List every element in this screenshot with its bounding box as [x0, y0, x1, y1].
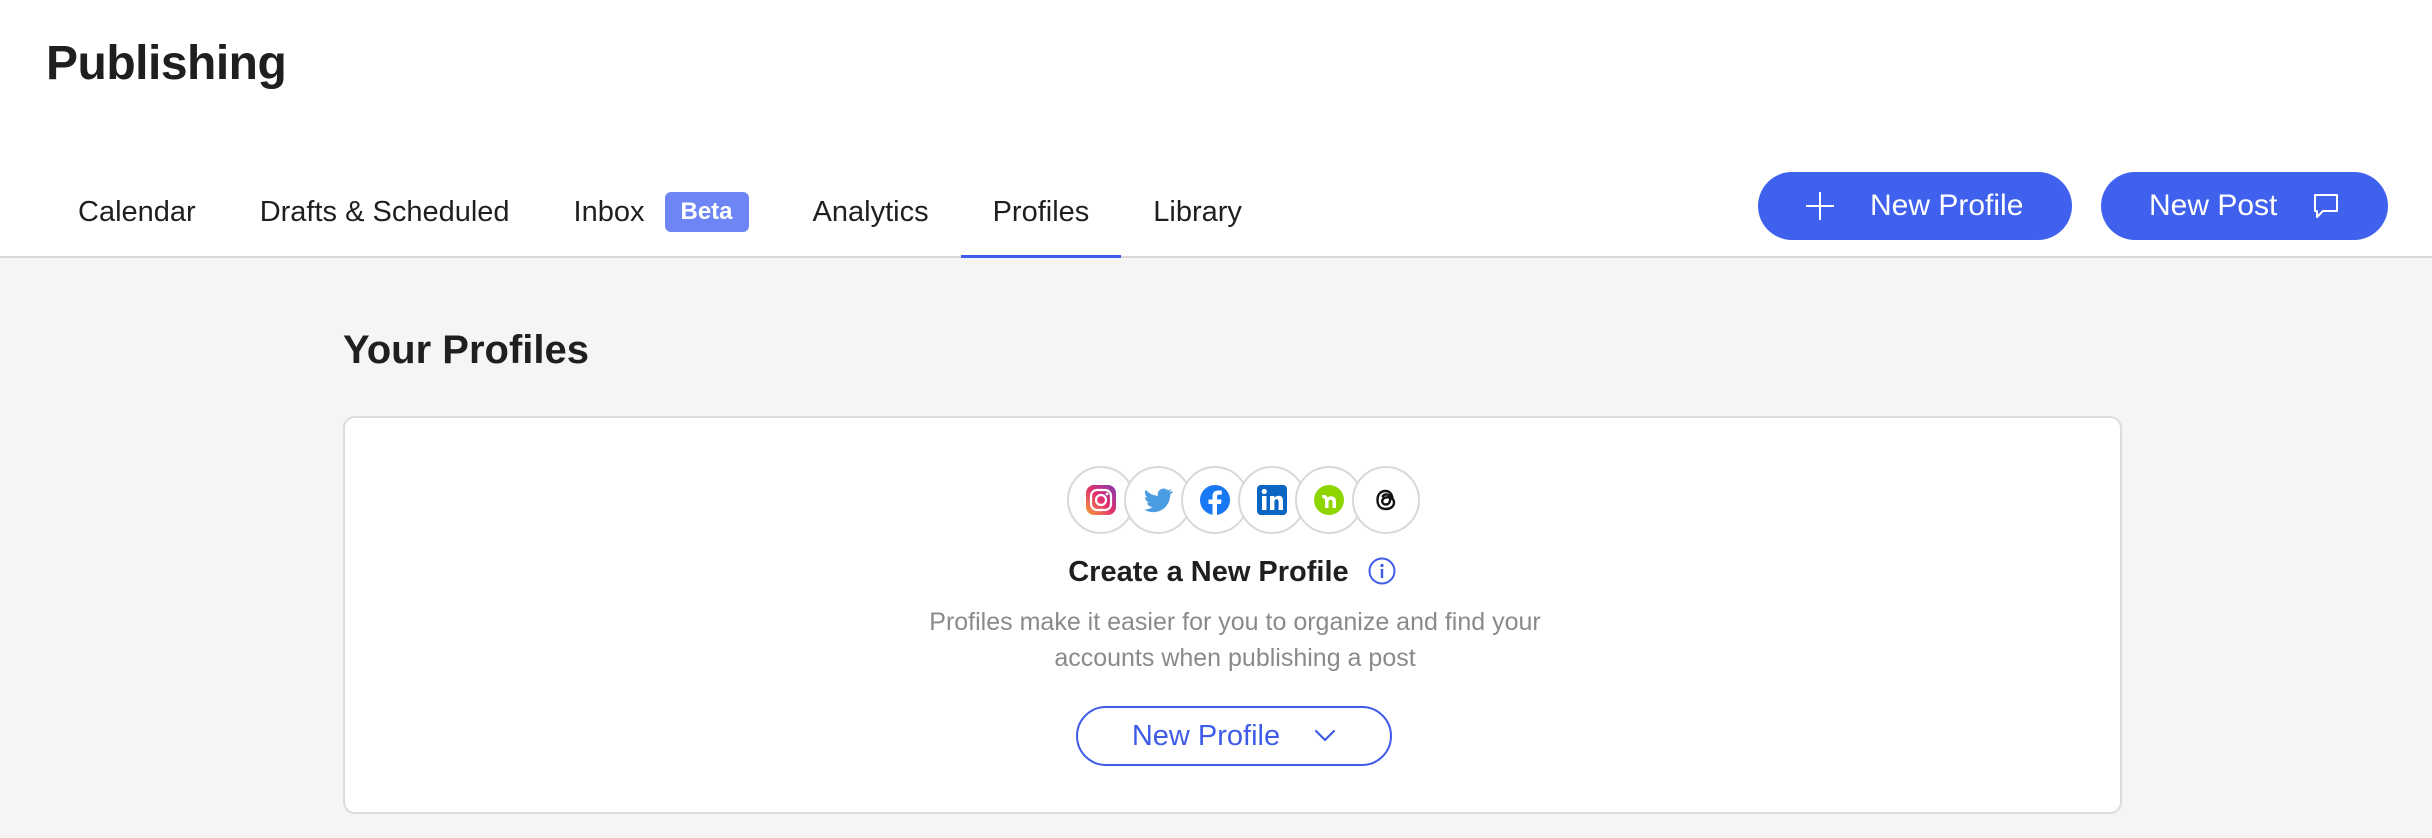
new-profile-label: New Profile	[1870, 189, 2024, 222]
beta-badge: Beta	[664, 192, 749, 232]
page-title: Publishing	[46, 37, 287, 90]
profiles-content: Your Profiles Create a New Profile Profi…	[0, 258, 2432, 838]
tab-profiles[interactable]: Profiles	[960, 166, 1122, 259]
tab-analytics[interactable]: Analytics	[781, 166, 961, 258]
tab-bar: Calendar Drafts & Scheduled Inbox Beta A…	[46, 166, 1274, 259]
tab-calendar[interactable]: Calendar	[46, 166, 228, 258]
tab-label: Calendar	[78, 195, 196, 228]
tab-label: Inbox	[573, 195, 645, 228]
threads-icon	[1352, 466, 1420, 534]
new-profile-button[interactable]: New Profile	[1758, 172, 2072, 240]
info-icon[interactable]	[1367, 556, 1397, 586]
tab-label: Library	[1153, 195, 1242, 228]
create-profile-card: Create a New Profile Profiles make it ea…	[343, 416, 2122, 814]
description-line: Profiles make it easier for you to organ…	[929, 608, 1541, 636]
tab-inbox[interactable]: Inbox Beta	[542, 166, 781, 258]
plus-icon	[1806, 192, 1834, 220]
dropdown-label: New Profile	[1131, 719, 1281, 752]
card-title: Create a New Profile	[345, 556, 2120, 589]
network-icons	[1067, 466, 1420, 534]
section-title: Your Profiles	[343, 328, 589, 372]
card-description: Profiles make it easier for you to organ…	[885, 604, 1585, 676]
tab-label: Analytics	[812, 195, 929, 228]
description-line: accounts when publishing a post	[1054, 644, 1416, 672]
tab-drafts-scheduled[interactable]: Drafts & Scheduled	[228, 166, 542, 258]
tab-label: Profiles	[992, 195, 1090, 228]
tab-label: Drafts & Scheduled	[259, 195, 510, 228]
new-profile-dropdown-button[interactable]: New Profile	[1076, 706, 1392, 766]
header: Publishing Calendar Drafts & Scheduled I…	[0, 0, 2432, 259]
compose-icon	[2314, 194, 2339, 218]
card-title-text: Create a New Profile	[1068, 556, 1349, 588]
chevron-down-icon	[1315, 729, 1336, 742]
tab-library[interactable]: Library	[1121, 166, 1274, 258]
new-post-button[interactable]: New Post	[2101, 172, 2388, 240]
new-post-label: New Post	[2149, 189, 2278, 222]
